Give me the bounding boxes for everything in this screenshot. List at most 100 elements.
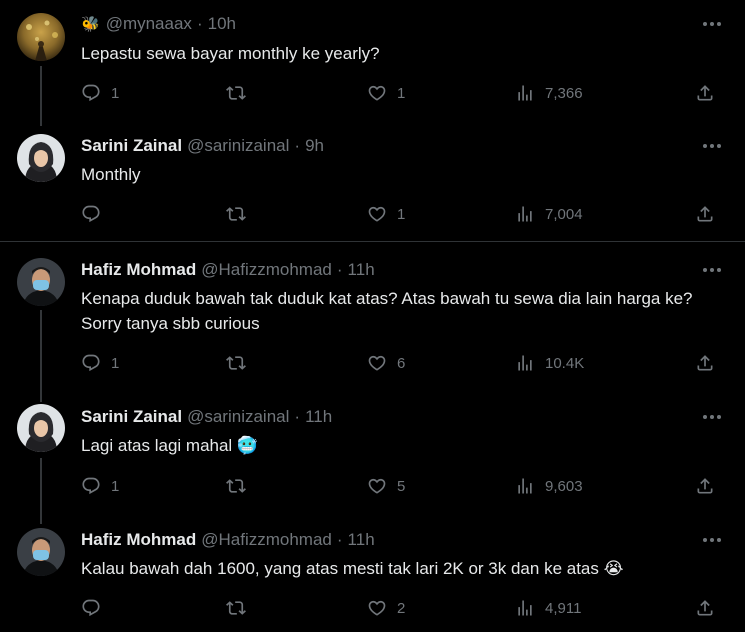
retweet-button[interactable] bbox=[226, 202, 246, 226]
views-icon bbox=[515, 598, 535, 618]
tweet-text: Kalau bawah dah 1600, yang atas mesti ta… bbox=[81, 559, 624, 578]
like-button[interactable]: 5 bbox=[367, 474, 405, 498]
timestamp[interactable]: 9h bbox=[305, 136, 324, 156]
reply-button[interactable]: 1 bbox=[81, 474, 119, 498]
tweet[interactable]: Sarini Zainal @sarinizainal · 9h Monthly… bbox=[0, 120, 745, 241]
avatar[interactable] bbox=[17, 404, 65, 452]
timestamp[interactable]: 11h bbox=[348, 530, 375, 550]
bee-emoji-icon: 🐝 bbox=[81, 16, 100, 33]
display-name[interactable]: Sarini Zainal bbox=[81, 136, 182, 156]
more-options-button[interactable] bbox=[700, 260, 724, 280]
display-name[interactable]: Hafiz Mohmad bbox=[81, 530, 196, 550]
separator: · bbox=[294, 136, 301, 155]
like-button[interactable]: 1 bbox=[367, 202, 405, 226]
avatar[interactable] bbox=[17, 13, 65, 61]
tweet-text: Kenapa duduk bawah tak duduk kat atas? A… bbox=[81, 289, 693, 333]
user-handle[interactable]: @sarinizainal bbox=[187, 136, 289, 156]
avatar[interactable] bbox=[17, 258, 65, 306]
like-count: 1 bbox=[397, 84, 406, 102]
tweet[interactable]: Hafiz Mohmad @Hafizzmohmad · 11h Kalau b… bbox=[0, 512, 745, 632]
share-button[interactable] bbox=[695, 81, 715, 105]
tweet-actions: 1 6 10.4K bbox=[81, 351, 721, 375]
reply-button[interactable]: 1 bbox=[81, 351, 119, 375]
user-handle[interactable]: @Hafizzmohmad bbox=[201, 530, 332, 550]
reply-count: 1 bbox=[111, 84, 120, 102]
share-icon bbox=[695, 83, 715, 103]
more-options-button[interactable] bbox=[700, 136, 724, 156]
share-button[interactable] bbox=[695, 474, 715, 498]
reply-icon bbox=[81, 353, 101, 373]
tweet-header: Sarini Zainal @sarinizainal · 9h bbox=[81, 135, 324, 157]
reply-button[interactable] bbox=[81, 596, 101, 620]
views-button[interactable]: 10.4K bbox=[515, 351, 584, 375]
timestamp[interactable]: 11h bbox=[305, 407, 332, 427]
more-icon bbox=[702, 143, 722, 149]
share-button[interactable] bbox=[695, 596, 715, 620]
more-options-button[interactable] bbox=[700, 407, 724, 427]
tweet-actions: 1 1 7,366 bbox=[81, 81, 721, 105]
tweet-text: Lepastu sewa bayar monthly ke yearly? bbox=[81, 44, 380, 63]
timestamp[interactable]: 10h bbox=[208, 14, 236, 34]
retweet-button[interactable] bbox=[226, 81, 246, 105]
retweet-icon bbox=[226, 204, 246, 224]
reply-icon bbox=[81, 83, 101, 103]
share-icon bbox=[695, 598, 715, 618]
reply-button[interactable] bbox=[81, 202, 101, 226]
tweet-actions: 1 5 9,603 bbox=[81, 474, 721, 498]
display-name[interactable]: Sarini Zainal bbox=[81, 407, 182, 427]
avatar[interactable] bbox=[17, 528, 65, 576]
share-icon bbox=[695, 476, 715, 496]
like-count: 5 bbox=[397, 477, 406, 495]
display-name[interactable]: Hafiz Mohmad bbox=[81, 260, 196, 280]
retweet-button[interactable] bbox=[226, 596, 246, 620]
view-count: 7,004 bbox=[545, 205, 583, 223]
user-handle[interactable]: @sarinizainal bbox=[187, 407, 289, 427]
heart-icon bbox=[367, 598, 387, 618]
tweet-header: Hafiz Mohmad @Hafizzmohmad · 11h bbox=[81, 259, 375, 281]
retweet-icon bbox=[226, 353, 246, 373]
view-count: 7,366 bbox=[545, 84, 583, 102]
avatar[interactable] bbox=[17, 134, 65, 182]
timestamp[interactable]: 11h bbox=[348, 260, 375, 280]
reply-count: 1 bbox=[111, 477, 120, 495]
user-handle[interactable]: @mynaaax bbox=[106, 14, 192, 34]
like-button[interactable]: 6 bbox=[367, 351, 405, 375]
tweet[interactable]: Sarini Zainal @sarinizainal · 11h Lagi a… bbox=[0, 390, 745, 512]
views-button[interactable]: 7,366 bbox=[515, 81, 583, 105]
separator: · bbox=[336, 530, 343, 549]
like-button[interactable]: 1 bbox=[367, 81, 405, 105]
more-icon bbox=[702, 267, 722, 273]
retweet-button[interactable] bbox=[226, 474, 246, 498]
retweet-icon bbox=[226, 83, 246, 103]
separator: · bbox=[294, 407, 301, 426]
reply-button[interactable]: 1 bbox=[81, 81, 119, 105]
share-icon bbox=[695, 353, 715, 373]
separator: · bbox=[336, 260, 343, 279]
more-options-button[interactable] bbox=[700, 14, 724, 34]
tweet-text: Lagi atas lagi mahal 🥶 bbox=[81, 436, 259, 455]
tweet[interactable]: Hafiz Mohmad @Hafizzmohmad · 11h Kenapa … bbox=[0, 242, 745, 390]
more-icon bbox=[702, 21, 722, 27]
reply-count: 1 bbox=[111, 354, 120, 372]
reply-icon bbox=[81, 204, 101, 224]
share-button[interactable] bbox=[695, 202, 715, 226]
retweet-button[interactable] bbox=[226, 351, 246, 375]
view-count: 9,603 bbox=[545, 477, 583, 495]
tweet-actions: 1 7,004 bbox=[81, 202, 721, 226]
tweet-header: Sarini Zainal @sarinizainal · 11h bbox=[81, 406, 332, 428]
reply-icon bbox=[81, 476, 101, 496]
more-options-button[interactable] bbox=[700, 530, 724, 550]
views-button[interactable]: 4,911 bbox=[515, 596, 581, 620]
user-handle[interactable]: @Hafizzmohmad bbox=[201, 260, 332, 280]
tweet[interactable]: 🐝 @mynaaax · 10h Lepastu sewa bayar mont… bbox=[0, 0, 745, 120]
views-button[interactable]: 9,603 bbox=[515, 474, 583, 498]
tweet-actions: 2 4,911 bbox=[81, 596, 721, 620]
like-count: 6 bbox=[397, 354, 406, 372]
heart-icon bbox=[367, 204, 387, 224]
views-icon bbox=[515, 83, 535, 103]
share-button[interactable] bbox=[695, 351, 715, 375]
tweet-header: 🐝 @mynaaax · 10h bbox=[81, 13, 236, 35]
like-button[interactable]: 2 bbox=[367, 596, 405, 620]
views-button[interactable]: 7,004 bbox=[515, 202, 583, 226]
more-icon bbox=[702, 414, 722, 420]
